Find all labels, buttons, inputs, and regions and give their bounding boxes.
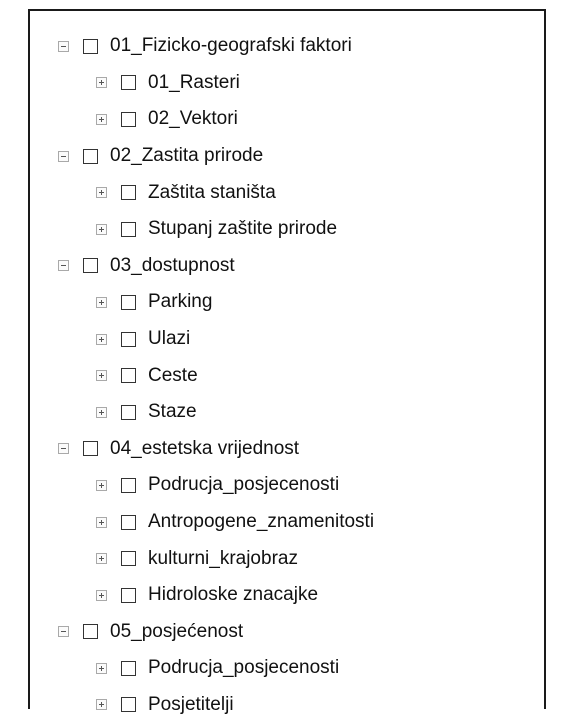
layer-visibility-checkbox[interactable]	[121, 551, 136, 567]
layer-group-row[interactable]: 03_dostupnost	[30, 248, 544, 285]
layer-tree-panel: 01_Fizicko-geografski faktori 01_Rasteri 0…	[28, 9, 546, 715]
expand-icon[interactable]	[96, 479, 107, 491]
collapse-icon[interactable]	[58, 260, 69, 272]
layer-label[interactable]: 01_Rasteri	[148, 72, 240, 94]
layer-visibility-checkbox[interactable]	[83, 38, 98, 54]
layer-label[interactable]: Podrucja_posjecenosti	[148, 474, 339, 496]
layer-row[interactable]: 01_Rasteri	[30, 65, 544, 102]
layer-visibility-checkbox[interactable]	[121, 404, 136, 420]
layer-label[interactable]: Zaštita staništa	[148, 182, 276, 204]
layer-label[interactable]: Stupanj zaštite prirode	[148, 218, 337, 240]
layer-label[interactable]: Antropogene_znamenitosti	[148, 511, 374, 533]
layer-row[interactable]: Stupanj zaštite prirode	[30, 211, 544, 248]
layer-row[interactable]: Podrucja_posjecenosti	[30, 467, 544, 504]
layer-tree: 01_Fizicko-geografski faktori 01_Rasteri 0…	[30, 28, 544, 723]
layer-label[interactable]: 02_Vektori	[148, 108, 238, 130]
layer-row[interactable]: Posjetitelji	[30, 687, 544, 723]
layer-visibility-checkbox[interactable]	[121, 514, 136, 530]
collapse-icon[interactable]	[58, 40, 69, 52]
layer-label[interactable]: kulturni_krajobraz	[148, 548, 298, 570]
collapse-icon[interactable]	[58, 150, 69, 162]
layer-visibility-checkbox[interactable]	[121, 368, 136, 384]
layer-visibility-checkbox[interactable]	[121, 294, 136, 310]
layer-visibility-checkbox[interactable]	[121, 111, 136, 127]
layer-row[interactable]: Ulazi	[30, 321, 544, 358]
layer-label[interactable]: Podrucja_posjecenosti	[148, 657, 339, 679]
expand-icon[interactable]	[96, 113, 107, 125]
layer-row[interactable]: Podrucja_posjecenosti	[30, 650, 544, 687]
layer-label[interactable]: Ulazi	[148, 328, 190, 350]
expand-icon[interactable]	[96, 662, 107, 674]
expand-icon[interactable]	[96, 406, 107, 418]
layer-row[interactable]: Zaštita staništa	[30, 174, 544, 211]
layer-row[interactable]: Hidroloske znacajke	[30, 577, 544, 614]
expand-icon[interactable]	[96, 589, 107, 601]
layer-group-label[interactable]: 05_posjećenost	[110, 621, 243, 643]
expand-icon[interactable]	[96, 553, 107, 565]
layer-visibility-checkbox[interactable]	[83, 441, 98, 457]
layer-group-label[interactable]: 01_Fizicko-geografski faktori	[110, 35, 352, 57]
layer-group-row[interactable]: 05_posjećenost	[30, 614, 544, 651]
layer-visibility-checkbox[interactable]	[121, 587, 136, 603]
layer-visibility-checkbox[interactable]	[121, 185, 136, 201]
layer-row[interactable]: Antropogene_znamenitosti	[30, 504, 544, 541]
layer-label[interactable]: Staze	[148, 401, 197, 423]
layer-group-row[interactable]: 04_estetska vrijednost	[30, 431, 544, 468]
expand-icon[interactable]	[96, 333, 107, 345]
collapse-icon[interactable]	[58, 626, 69, 638]
layer-visibility-checkbox[interactable]	[83, 148, 98, 164]
layer-label[interactable]: Hidroloske znacajke	[148, 584, 318, 606]
layer-group-row[interactable]: 02_Zastita prirode	[30, 138, 544, 175]
layer-visibility-checkbox[interactable]	[121, 75, 136, 91]
layer-visibility-checkbox[interactable]	[83, 624, 98, 640]
expand-icon[interactable]	[96, 699, 107, 711]
layer-group-label[interactable]: 02_Zastita prirode	[110, 145, 263, 167]
layer-group-label[interactable]: 03_dostupnost	[110, 255, 235, 277]
expand-icon[interactable]	[96, 370, 107, 382]
layer-label[interactable]: Posjetitelji	[148, 694, 234, 716]
layer-row[interactable]: 02_Vektori	[30, 101, 544, 138]
layer-visibility-checkbox[interactable]	[121, 221, 136, 237]
layer-group-row[interactable]: 01_Fizicko-geografski faktori	[30, 28, 544, 65]
expand-icon[interactable]	[96, 77, 107, 89]
layer-group-label[interactable]: 04_estetska vrijednost	[110, 438, 299, 460]
layer-row[interactable]: Staze	[30, 394, 544, 431]
layer-row[interactable]: Ceste	[30, 357, 544, 394]
layer-visibility-checkbox[interactable]	[121, 660, 136, 676]
collapse-icon[interactable]	[58, 443, 69, 455]
layer-row[interactable]: kulturni_krajobraz	[30, 540, 544, 577]
layer-visibility-checkbox[interactable]	[121, 477, 136, 493]
layer-visibility-checkbox[interactable]	[121, 331, 136, 347]
expand-icon[interactable]	[96, 187, 107, 199]
expand-icon[interactable]	[96, 223, 107, 235]
layer-visibility-checkbox[interactable]	[121, 697, 136, 713]
expand-icon[interactable]	[96, 516, 107, 528]
layer-visibility-checkbox[interactable]	[83, 258, 98, 274]
layer-row[interactable]: Parking	[30, 284, 544, 321]
layer-label[interactable]: Parking	[148, 291, 212, 313]
expand-icon[interactable]	[96, 296, 107, 308]
layer-label[interactable]: Ceste	[148, 365, 198, 387]
